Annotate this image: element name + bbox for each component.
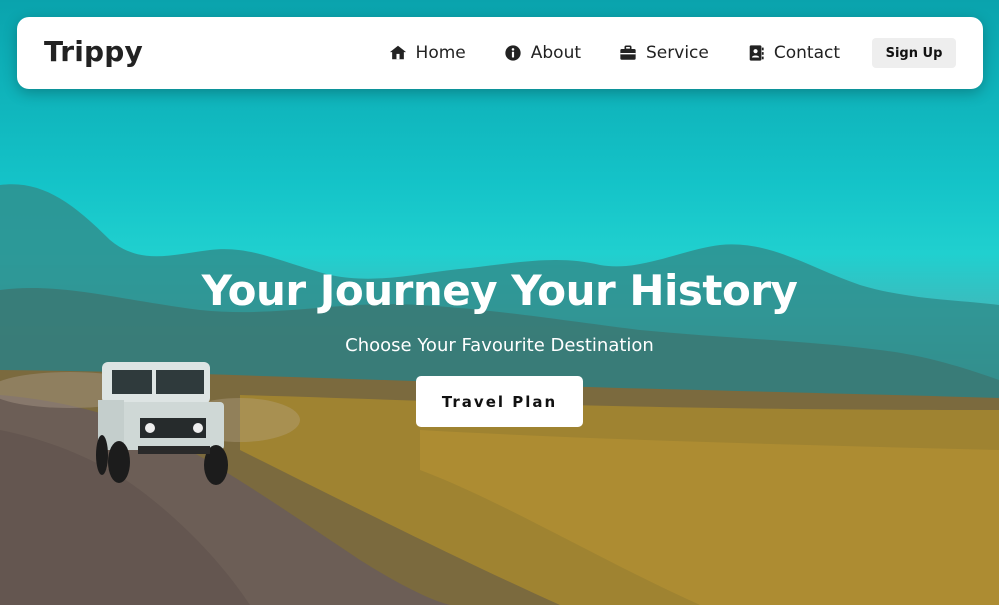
hero-title: Your Journey Your History [201, 266, 798, 315]
nav-item-contact[interactable]: Contact [747, 43, 840, 63]
nav-service-label: Service [646, 43, 709, 63]
sign-up-button[interactable]: Sign Up [872, 38, 956, 68]
brand-logo[interactable]: Trippy [44, 35, 143, 68]
address-book-icon [749, 45, 764, 61]
info-circle-icon [505, 45, 521, 61]
nav-item-home[interactable]: Home [389, 43, 466, 63]
travel-plan-button[interactable]: Travel Plan [416, 376, 583, 427]
nav-about-label: About [530, 43, 582, 63]
nav-home-label: Home [415, 43, 466, 63]
house-icon [389, 45, 406, 60]
navbar: Trippy Home About Service Contact Sign U… [17, 17, 983, 89]
hero-section: Trippy Home About Service Contact Sign U… [0, 0, 999, 605]
briefcase-icon [620, 45, 636, 60]
nav-item-service[interactable]: Service [619, 43, 709, 63]
nav-links: Home About Service Contact Sign Up [389, 17, 983, 89]
hero-subtitle: Choose Your Favourite Destination [345, 335, 654, 356]
nav-contact-label: Contact [773, 43, 840, 63]
nav-item-about[interactable]: About [504, 43, 581, 63]
